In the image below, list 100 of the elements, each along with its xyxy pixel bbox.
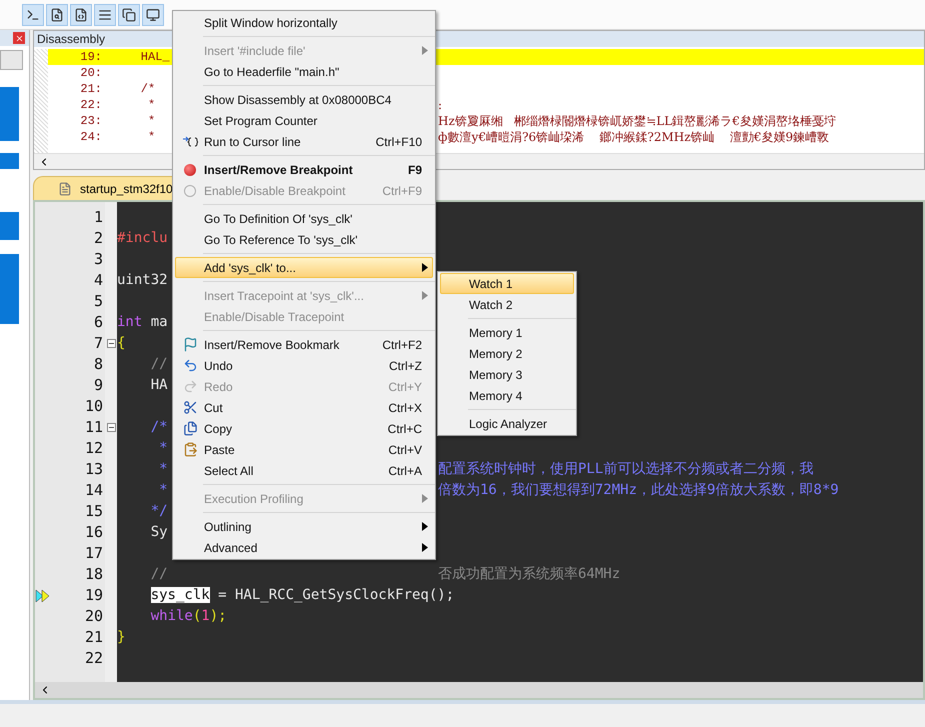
menu-item[interactable]: Go To Reference To 'sys_clk' — [175, 229, 433, 250]
menu-item[interactable]: Split Window horizontally — [175, 12, 433, 33]
terminal-icon — [26, 8, 40, 22]
field[interactable] — [0, 50, 23, 70]
code-line: */ — [150, 502, 168, 521]
line-number: 16 — [84, 522, 104, 544]
menu-item[interactable]: Cut Ctrl+X — [175, 397, 433, 418]
disassembly-line: 20: — [79, 65, 103, 81]
code-line: int ma — [117, 313, 168, 332]
highlighted-row — [0, 153, 19, 169]
code-line: /* — [150, 418, 168, 437]
line-number: 10 — [84, 396, 104, 418]
menu-item[interactable]: Copy Ctrl+C — [175, 418, 433, 439]
code-line: while(1); — [150, 607, 227, 626]
menu-item[interactable]: Undo Ctrl+Z — [175, 355, 433, 376]
line-number: 20 — [84, 606, 104, 628]
line-number: 12 — [84, 438, 104, 460]
code-line: sys_clk = HAL_RCC_GetSysClockFreq(); — [150, 586, 454, 605]
braces-icon — [182, 136, 198, 148]
menu-item[interactable]: Go To Definition Of 'sys_clk' — [175, 208, 433, 229]
line-number: 5 — [92, 291, 104, 312]
toolbar-button[interactable] — [70, 4, 92, 26]
disassembly-text: Hz锛夐厤缃 郴缁熸椂閽熸椂锛屼娇鐢≒LL鍓嶅彲浠ラ€夋嫨涓嶅垎棰戞垨 — [438, 113, 836, 129]
windows-icon — [122, 8, 136, 22]
disassembly-text: ф數澶у€嶆暟涓?6锛屾垜浠 鎯冲緱鍒?2MHz锛屾 澶勯€夋嫨9鍊嶆斁 — [438, 129, 830, 145]
toolbar-button[interactable] — [22, 4, 44, 26]
menu-item[interactable]: Memory 1 — [440, 322, 574, 343]
line-number: 11 — [84, 417, 104, 438]
code-comment: 否成功配置为系统频率64MHz — [438, 565, 620, 584]
file-icon — [58, 182, 72, 196]
menu-item[interactable]: Memory 4 — [440, 385, 574, 406]
close-icon[interactable] — [13, 32, 25, 44]
code-comment: 倍数为16，我们要想得到72MHz，此处选择9倍放大系数，即8*9 — [438, 481, 839, 500]
menu-item[interactable]: Watch 1 — [440, 273, 574, 294]
line-number: 2 — [92, 228, 104, 250]
line-number: 18 — [84, 564, 104, 586]
line-number: 4 — [92, 270, 104, 292]
menu-item[interactable]: Select All Ctrl+A — [175, 460, 433, 481]
highlighted-row — [0, 87, 19, 141]
menu-item[interactable]: Outlining — [175, 516, 433, 537]
code-line: } — [117, 628, 126, 647]
line-number: 21 — [84, 627, 104, 648]
menu-item[interactable]: Memory 3 — [440, 364, 574, 385]
code-line: * — [158, 439, 168, 458]
menu-item[interactable]: Paste Ctrl+V — [175, 439, 433, 460]
code-line: #inclu — [117, 229, 168, 248]
menu-item[interactable]: Set Program Counter — [175, 110, 433, 131]
menu-item[interactable]: Go to Headerfile "main.h" — [175, 61, 433, 82]
menu-item[interactable]: Watch 2 — [440, 294, 574, 315]
menu-item[interactable]: Insert/Remove Bookmark Ctrl+F2 — [175, 334, 433, 355]
disassembly-line: 24: * — [79, 129, 156, 145]
line-number: 13 — [84, 459, 104, 480]
code-line: HA — [150, 376, 168, 395]
monitor-icon — [146, 8, 160, 22]
menu-item[interactable]: Show Disassembly at 0x08000BC4 — [175, 89, 433, 110]
code-line: Sy — [150, 523, 168, 542]
code-line: // — [150, 355, 168, 374]
toolbar-button[interactable] — [142, 4, 164, 26]
disassembly-text: : — [438, 97, 442, 113]
line-number: 14 — [84, 480, 104, 502]
line-number: 8 — [92, 354, 104, 376]
menu-item[interactable]: Run to Cursor line Ctrl+F10 — [175, 131, 433, 152]
redo-icon — [182, 379, 198, 394]
breakpoint-icon — [184, 184, 196, 196]
horizontal-scrollbar[interactable] — [35, 682, 923, 698]
disassembly-line: 23: * — [79, 113, 156, 129]
menu-item[interactable]: Advanced — [175, 537, 433, 558]
copy-icon — [182, 421, 198, 436]
code-line: * — [158, 460, 168, 479]
menu-item[interactable]: Logic Analyzer — [440, 413, 574, 434]
menu-item[interactable]: Memory 2 — [440, 343, 574, 364]
line-number: 7 — [92, 333, 104, 354]
flag-icon — [182, 337, 198, 352]
file-search-icon — [50, 8, 64, 22]
line-number: 9 — [92, 375, 104, 396]
code-line: { — [117, 334, 126, 353]
line-number: 15 — [84, 501, 104, 522]
line-number: 22 — [84, 648, 104, 670]
disassembly-line: 21: /* — [79, 81, 156, 97]
line-number: 1 — [92, 207, 104, 228]
fold-toggle-icon[interactable] — [106, 423, 116, 432]
code-line: uint32 — [117, 271, 168, 290]
highlighted-row — [0, 212, 19, 240]
line-number: 6 — [92, 312, 104, 334]
line-number: 3 — [92, 249, 104, 270]
scissors-icon — [182, 400, 198, 415]
breakpoint-icon — [184, 164, 196, 176]
file-code-icon — [74, 8, 88, 22]
disassembly-line: 22: * — [79, 97, 156, 113]
line-number: 17 — [84, 543, 104, 564]
menu-item[interactable]: Add 'sys_clk' to... — [175, 257, 433, 278]
toolbar-button[interactable] — [118, 4, 140, 26]
lines-icon — [98, 8, 112, 22]
line-number: 19 — [84, 585, 104, 606]
toolbar-button[interactable] — [94, 4, 116, 26]
code-comment: 配置系统时钟时，使用PLL前可以选择不分频或者二分频，我 — [438, 460, 814, 479]
fold-toggle-icon[interactable] — [106, 339, 116, 348]
toolbar-button[interactable] — [46, 4, 68, 26]
paste-icon — [182, 442, 198, 457]
highlighted-row — [0, 254, 19, 324]
